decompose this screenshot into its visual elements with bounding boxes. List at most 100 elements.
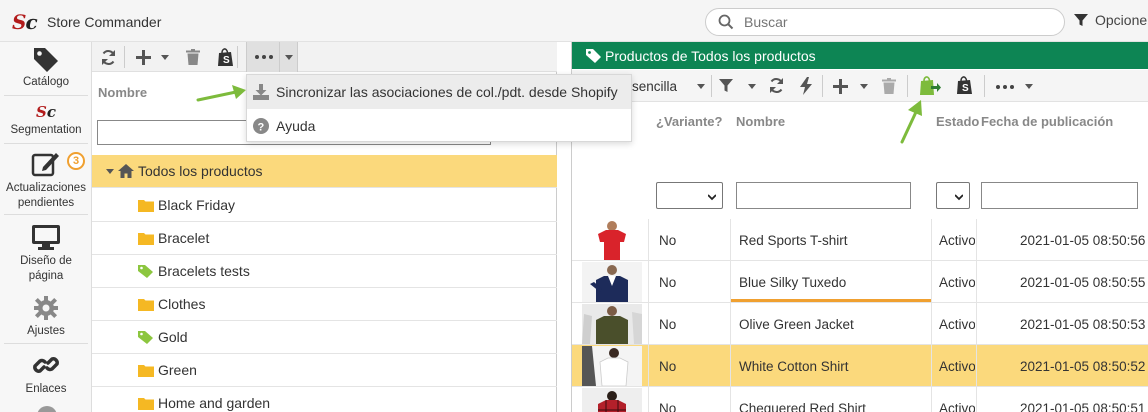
- tree-item-label: Black Friday: [158, 197, 236, 213]
- chevron-down-icon[interactable]: [1025, 84, 1033, 89]
- column-header-variant[interactable]: ¿Variante?: [656, 114, 722, 129]
- status-cell: Activo: [939, 232, 975, 248]
- chevron-down-icon[interactable]: [748, 84, 756, 89]
- add-dropdown-toggle[interactable]: [160, 46, 170, 68]
- sidebar-item-catalog[interactable]: Catálogo: [0, 46, 92, 90]
- category-toolbar: S: [92, 42, 557, 72]
- chevron-down-icon[interactable]: [106, 168, 114, 174]
- tree-item[interactable]: Home and garden: [92, 387, 557, 412]
- menu-item-sync-shopify[interactable]: Sincronizar las asociaciones de col./pdt…: [247, 75, 631, 109]
- chevron-down-icon[interactable]: [697, 84, 705, 89]
- sidebar-item-settings[interactable]: Ajustes: [0, 295, 92, 339]
- sidebar-item-label: Segmentation: [10, 124, 82, 136]
- product-thumbnail: [582, 304, 642, 344]
- shopify-export-icon[interactable]: [919, 75, 941, 97]
- options-label: Opcione: [1095, 12, 1148, 28]
- plus-icon[interactable]: [833, 79, 848, 94]
- sidebar-item-label-line2: página: [28, 270, 64, 282]
- chevron-down-icon[interactable]: [860, 84, 868, 89]
- sidebar-item-label-line2: pendientes: [17, 197, 75, 209]
- top-bar: Sc Store Commander Opcione: [0, 0, 1148, 42]
- sidebar-item-page-design[interactable]: Diseño de página: [0, 223, 92, 284]
- date-cell: 2021-01-05 08:50:52: [1020, 358, 1146, 374]
- date-cell: 2021-01-05 08:50:51: [1020, 400, 1146, 412]
- view-select[interactable]: sencilla: [632, 79, 677, 94]
- shopify-bag-icon[interactable]: S: [956, 76, 973, 95]
- tree-item[interactable]: Bracelet: [92, 222, 557, 255]
- tree-item[interactable]: Gold: [92, 321, 557, 354]
- lightning-icon[interactable]: [800, 77, 812, 95]
- column-header-name[interactable]: Nombre: [736, 114, 785, 129]
- search-box[interactable]: [705, 8, 1065, 36]
- tree-item[interactable]: Black Friday: [92, 189, 557, 222]
- sidebar-item-links[interactable]: Enlaces: [0, 351, 92, 397]
- add-button[interactable]: [134, 46, 152, 68]
- tree-item[interactable]: Green: [92, 354, 557, 387]
- pending-count-badge: 3: [67, 152, 85, 170]
- product-name-cell: Red Sports T-shirt: [739, 232, 848, 248]
- filter-icon[interactable]: [718, 78, 734, 94]
- category-column-header[interactable]: Nombre: [98, 85, 147, 100]
- status-filter-select[interactable]: [936, 182, 970, 209]
- variant-cell: No: [659, 400, 677, 412]
- column-header-published-date[interactable]: Fecha de publicación: [981, 114, 1113, 129]
- help-icon: ?: [253, 118, 269, 134]
- tree-item-label: Bracelet: [158, 230, 210, 246]
- table-row[interactable]: No Chequered Red Shirt Activo 2021-01-05…: [572, 387, 1148, 412]
- variant-cell: No: [659, 274, 677, 290]
- table-row[interactable]: No Blue Silky Tuxedo Activo 2021-01-05 0…: [572, 261, 1148, 303]
- refresh-icon: [101, 49, 115, 65]
- svg-text:?: ?: [258, 122, 265, 134]
- divider: [4, 343, 88, 344]
- table-row[interactable]: No Red Sports T-shirt Activo 2021-01-05 …: [572, 219, 1148, 261]
- refresh-button[interactable]: [98, 46, 118, 68]
- status-cell: Activo: [939, 400, 975, 412]
- status-cell: Activo: [939, 358, 975, 374]
- date-cell: 2021-01-05 08:50:56: [1020, 232, 1146, 248]
- search-input[interactable]: [744, 9, 1044, 35]
- store-commander-logo[interactable]: Sc: [12, 10, 38, 34]
- delete-button[interactable]: [185, 46, 201, 68]
- options-button[interactable]: Opcione: [1073, 12, 1147, 28]
- tag-icon: [138, 265, 153, 278]
- menu-item-label: Sincronizar las asociaciones de col./pdt…: [276, 84, 618, 100]
- sidebar-item-segmentation[interactable]: Sc Segmentation: [0, 104, 92, 138]
- more-actions-button[interactable]: [246, 42, 298, 72]
- trash-icon[interactable]: [882, 78, 896, 94]
- ellipsis-icon[interactable]: [996, 85, 1014, 89]
- sc-logo-icon: Sc: [36, 103, 56, 121]
- table-row-selected[interactable]: No White Cotton Shirt Activo 2021-01-05 …: [572, 345, 1148, 387]
- product-name-cell: Chequered Red Shirt: [739, 400, 866, 412]
- refresh-icon[interactable]: [768, 77, 785, 94]
- tree-item-label: Clothes: [158, 296, 206, 312]
- status-cell: Activo: [939, 316, 975, 332]
- shopify-bag-icon: S: [217, 47, 233, 66]
- tree-item-all-products[interactable]: Todos los productos: [92, 155, 557, 188]
- edit-icon: [31, 153, 59, 177]
- column-header-status[interactable]: Estado: [936, 114, 979, 129]
- tag-icon: [138, 331, 153, 344]
- sidebar-item-label: Enlaces: [25, 383, 67, 395]
- tree-item[interactable]: Clothes: [92, 288, 557, 321]
- folder-icon: [138, 232, 154, 245]
- products-panel: Productos de Todos los productos sencill…: [571, 42, 1148, 412]
- folder-icon: [138, 364, 154, 377]
- status-cell: Activo: [939, 274, 975, 290]
- shopify-button[interactable]: S: [216, 46, 234, 68]
- more-circle-icon[interactable]: [37, 406, 57, 412]
- home-icon: [118, 164, 134, 178]
- folder-icon: [138, 298, 154, 311]
- tree-item[interactable]: Bracelets tests: [92, 255, 557, 288]
- table-row[interactable]: No Olive Green Jacket Activo 2021-01-05 …: [572, 303, 1148, 345]
- sidebar-item-label: Actualizaciones: [6, 182, 86, 194]
- annotation-arrow-icon: [196, 85, 246, 102]
- annotation-arrow-icon: [900, 100, 922, 144]
- date-filter-input[interactable]: [981, 182, 1138, 209]
- tree-item-label: Bracelets tests: [158, 263, 250, 279]
- variant-filter-select[interactable]: [656, 182, 723, 209]
- name-filter-input[interactable]: [736, 182, 911, 209]
- more-actions-menu: Sincronizar las asociaciones de col./pdt…: [246, 74, 632, 142]
- chevron-down-icon: [285, 55, 293, 60]
- menu-item-help[interactable]: ? Ayuda: [247, 109, 631, 143]
- product-thumbnail: [582, 388, 642, 412]
